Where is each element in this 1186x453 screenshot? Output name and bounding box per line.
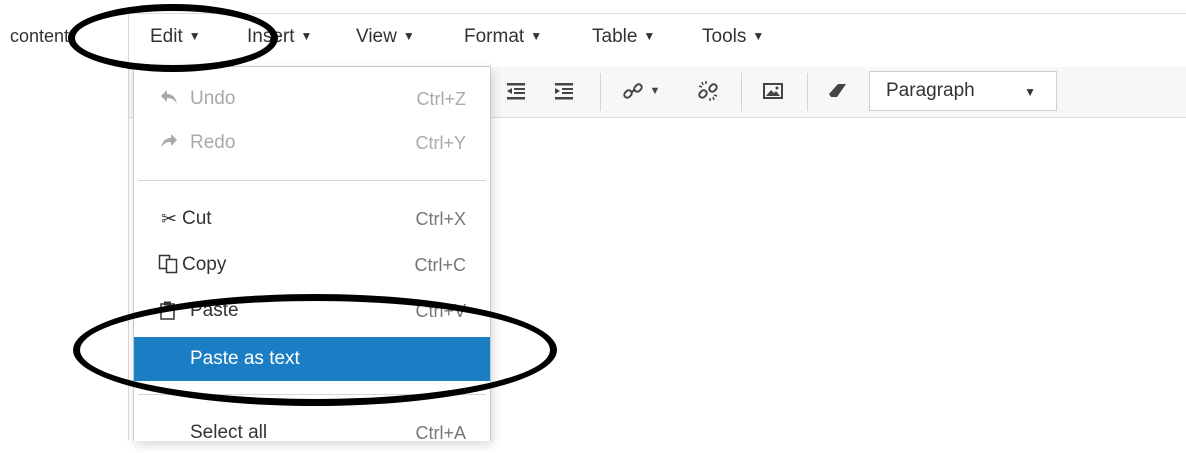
clear-formatting-button[interactable] [823,75,855,107]
unlink-button[interactable] [692,75,724,107]
toolbar-separator [600,73,601,111]
paste-icon [158,300,180,326]
chevron-down-icon: ▼ [188,29,201,43]
toolbar-separator [807,73,808,111]
menu-divider [138,180,486,181]
menu-view-label: View [356,26,397,47]
menu-table[interactable]: Table ▼ [592,26,655,48]
menu-item-shortcut: Ctrl+Z [416,89,467,109]
menu-item-paste[interactable]: Paste Ctrl+V [134,291,490,331]
chevron-down-icon: ▼ [1024,85,1036,99]
menu-item-shortcut: Ctrl+Y [415,133,466,153]
menu-item-select-all[interactable]: Select all Ctrl+A [134,413,490,453]
chevron-down-icon: ▼ [300,29,313,43]
menu-item-label: Undo [190,88,236,109]
image-button[interactable] [757,75,789,107]
block-format-value: Paragraph [886,80,975,101]
menu-item-label: Paste as text [190,348,300,369]
toolbar-separator [741,73,742,111]
menu-item-copy[interactable]: Copy Ctrl+C [134,245,490,285]
menu-divider [138,394,486,395]
menu-item-label: Redo [190,132,236,153]
unlink-icon [698,81,718,101]
indent-button[interactable] [549,75,579,107]
chevron-down-icon: ▼ [649,85,661,97]
redo-icon [158,132,180,156]
menu-insert[interactable]: Insert ▼ [247,26,312,48]
chevron-down-icon: ▼ [752,29,765,43]
menu-item-shortcut: Ctrl+A [415,423,466,443]
chevron-down-icon: ▼ [530,29,543,43]
cut-icon: ✂ [161,209,177,230]
image-icon [763,83,783,99]
menu-item-label: Cut [182,208,212,229]
menu-tools[interactable]: Tools ▼ [702,26,764,48]
outdent-icon [507,83,525,100]
link-button[interactable]: ▼ [617,75,665,107]
menu-item-undo[interactable]: Undo Ctrl+Z [134,79,490,119]
indent-icon [555,83,573,100]
menu-item-label: Copy [182,254,227,275]
undo-icon [158,88,180,112]
link-icon [622,83,643,99]
chevron-down-icon: ▼ [402,29,415,43]
menu-table-label: Table [592,26,638,47]
menu-tools-label: Tools [702,26,747,47]
menubar: Edit ▼ Insert ▼ View ▼ Format ▼ Table ▼ Tools… [129,13,1186,68]
eraser-icon [829,84,846,97]
chevron-down-icon: ▼ [643,29,656,43]
menu-item-shortcut: Ctrl+X [415,209,466,229]
menu-format-label: Format [464,26,525,47]
menu-insert-label: Insert [247,26,295,47]
menu-edit-label: Edit [150,26,183,47]
menu-item-shortcut: Ctrl+C [414,255,466,275]
menu-edit[interactable]: Edit ▼ [150,26,201,48]
edit-menu-dropdown: Undo Ctrl+Z Redo Ctrl+Y ✂ Cut Ctrl+X Cop… [133,66,491,443]
copy-icon [158,254,180,280]
menu-item-redo[interactable]: Redo Ctrl+Y [134,123,490,163]
page-label: content [10,26,70,46]
menu-view[interactable]: View ▼ [356,26,415,48]
menu-item-paste-as-text[interactable]: Paste as text [134,337,490,381]
menu-item-label: Paste [190,300,239,321]
block-format-select[interactable]: Paragraph ▼ [869,71,1057,111]
menu-format[interactable]: Format ▼ [464,26,542,48]
menu-item-shortcut: Ctrl+V [415,301,466,321]
outdent-button[interactable] [501,75,531,107]
menu-item-cut[interactable]: ✂ Cut Ctrl+X [134,199,490,239]
menu-item-label: Select all [190,422,268,443]
